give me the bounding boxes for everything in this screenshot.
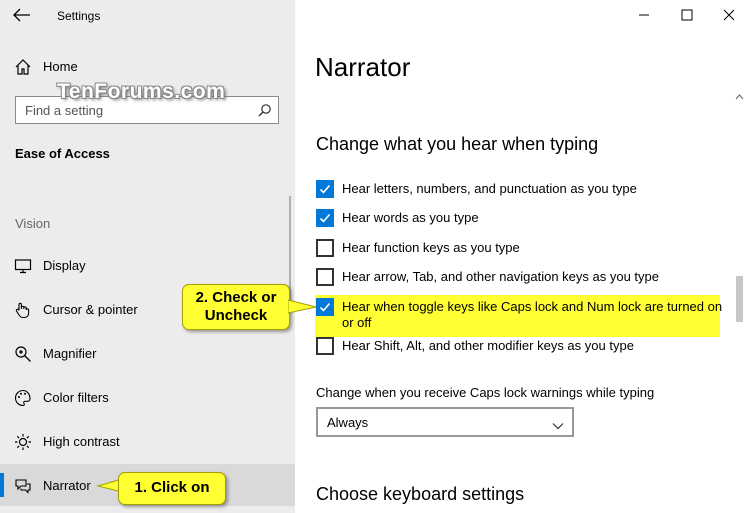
checkbox-label: Hear words as you type — [342, 210, 479, 225]
callout-step-1: 1. Click on — [118, 472, 226, 505]
section-title: Ease of Access — [15, 146, 110, 161]
checkbox-label: Hear when toggle keys like Caps lock and… — [342, 299, 723, 330]
close-icon[interactable] — [722, 8, 736, 22]
sidebar: Settings Home Find a setting TenForums.c… — [0, 0, 295, 513]
palette-icon — [14, 389, 32, 407]
sidebar-item-label: Magnifier — [43, 346, 97, 361]
callout-line-2: Uncheck — [204, 307, 268, 324]
back-arrow-icon[interactable] — [13, 8, 31, 22]
dropdown-value: Always — [327, 415, 369, 430]
caps-warning-dropdown[interactable]: Always — [316, 407, 574, 437]
sidebar-item-label: High contrast — [43, 434, 120, 449]
caps-warning-label: Change when you receive Caps lock warnin… — [316, 385, 655, 400]
checkbox-label: Hear arrow, Tab, and other navigation ke… — [342, 269, 660, 284]
magnifier-icon — [14, 345, 32, 363]
sidebar-item-magnifier[interactable]: Magnifier — [0, 334, 295, 374]
group-label-vision: Vision — [15, 216, 51, 231]
sidebar-item-label: Cursor & pointer — [43, 302, 138, 317]
home-icon — [14, 58, 32, 76]
checkbox[interactable] — [316, 209, 334, 227]
checkmark-icon — [319, 302, 331, 312]
sidebar-item-label: Home — [43, 59, 78, 74]
checkbox-label: Hear function keys as you type — [342, 240, 520, 255]
sidebar-item-label: Color filters — [43, 390, 109, 405]
cursor-icon — [14, 301, 32, 319]
checkbox[interactable] — [316, 298, 334, 316]
checkbox[interactable] — [316, 268, 334, 286]
checkbox[interactable] — [316, 180, 334, 198]
callout-line-1: 2. Check or — [195, 289, 277, 306]
maximize-icon[interactable] — [680, 8, 694, 22]
section-heading-typing: Change what you hear when typing — [316, 134, 599, 154]
checkbox[interactable] — [316, 337, 334, 355]
callout-step-2: 2. Check or Uncheck — [182, 284, 290, 330]
window-title: Settings — [57, 9, 101, 23]
section-heading-keyboard: Choose keyboard settings — [316, 484, 525, 504]
sidebar-item-high-contrast[interactable]: High contrast — [0, 422, 295, 462]
checkbox-label: Hear Shift, Alt, and other modifier keys… — [342, 338, 634, 353]
watermark: TenForums.com — [57, 80, 226, 103]
scroll-up-icon[interactable] — [735, 88, 744, 106]
checkmark-icon — [319, 184, 331, 194]
chevron-down-icon — [552, 417, 564, 435]
narrator-icon — [14, 477, 32, 495]
sidebar-item-display[interactable]: Display — [0, 246, 295, 286]
main-content: Narrator Change what you hear when typin… — [295, 0, 750, 513]
search-icon — [258, 103, 272, 117]
page-title: Narrator — [315, 52, 411, 82]
sidebar-item-label: Narrator — [43, 478, 91, 493]
scroll-thumb[interactable] — [736, 276, 743, 322]
sidebar-item-label: Display — [43, 258, 86, 273]
callout-pointer-2 — [288, 299, 317, 314]
sidebar-item-color-filters[interactable]: Color filters — [0, 378, 295, 418]
monitor-icon — [14, 257, 32, 275]
checkbox[interactable] — [316, 239, 334, 257]
checkmark-icon — [319, 213, 331, 223]
search-placeholder: Find a setting — [25, 103, 104, 118]
checkbox-label: Hear letters, numbers, and punctuation a… — [342, 181, 637, 196]
sun-icon — [14, 433, 32, 451]
minimize-icon[interactable] — [637, 8, 651, 22]
